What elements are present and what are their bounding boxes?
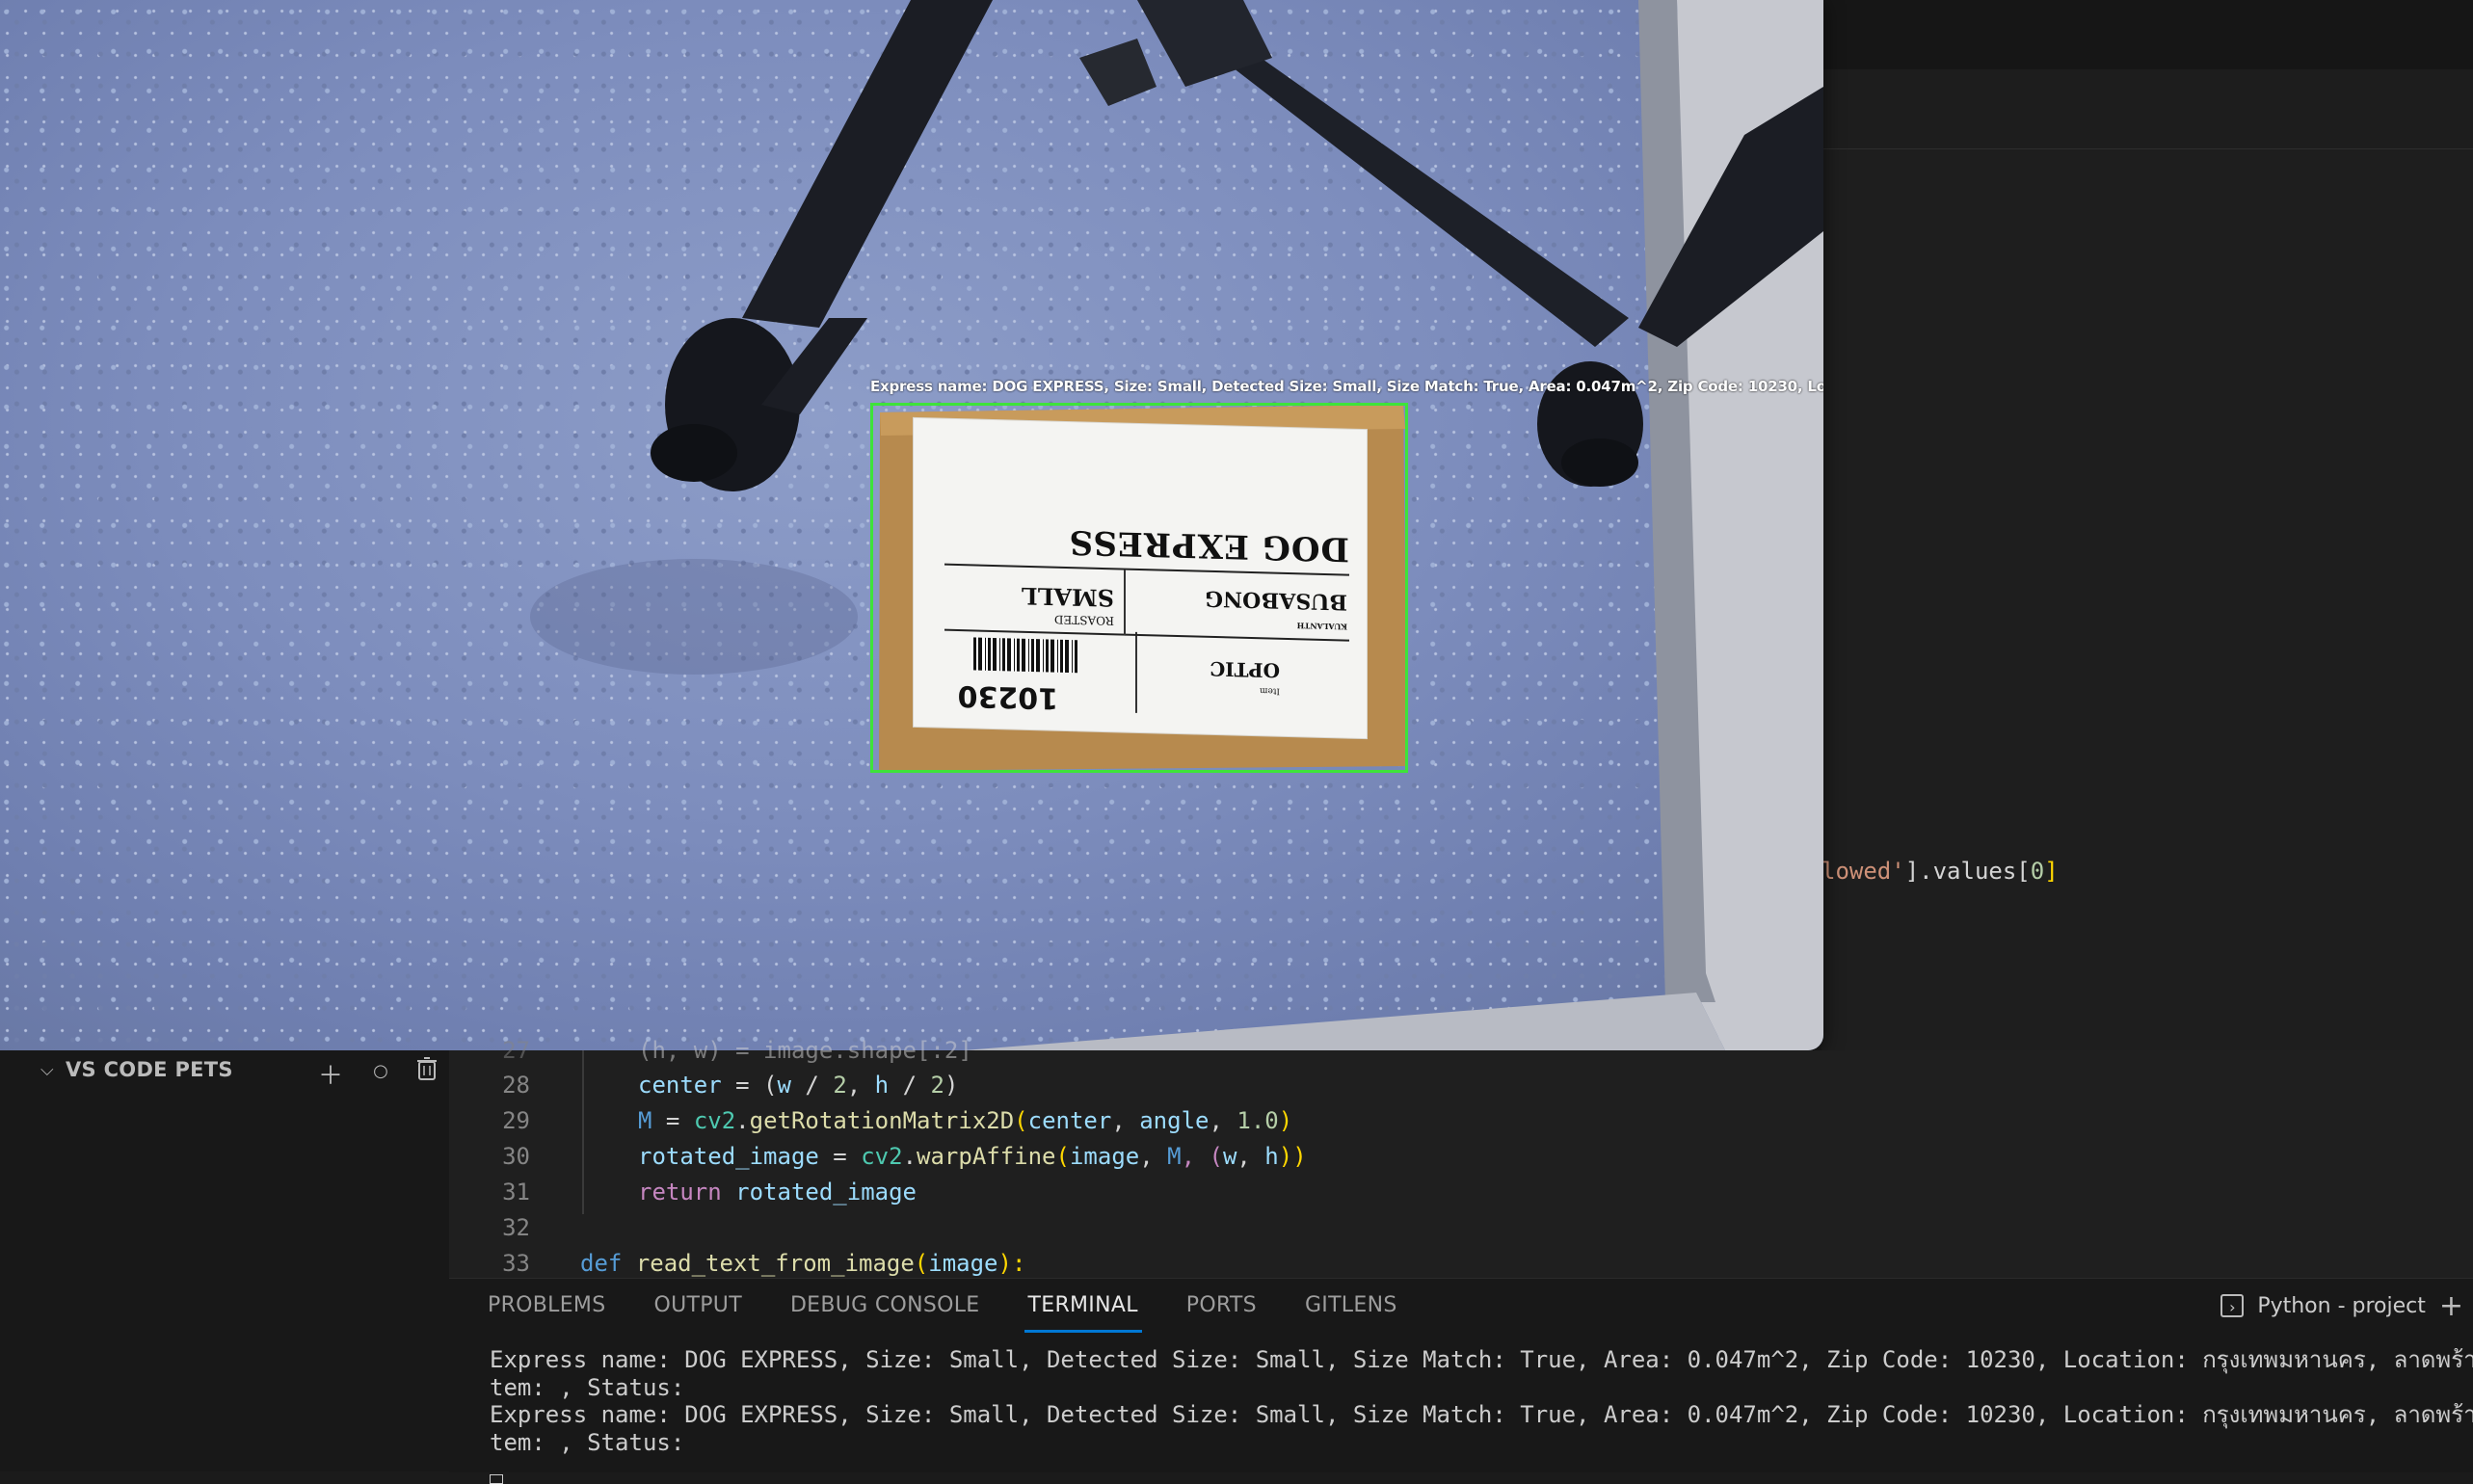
detection-label: Express name: DOG EXPRESS, Size: Small, … bbox=[870, 378, 1823, 395]
terminal-cursor bbox=[490, 1473, 503, 1484]
add-terminal-icon[interactable]: + bbox=[2439, 1289, 2463, 1323]
tripod-shadow bbox=[530, 559, 858, 675]
trash-icon[interactable] bbox=[416, 1056, 445, 1092]
code-fragment-accessor: ].values[ bbox=[1904, 858, 2031, 885]
tab-terminal[interactable]: TERMINAL bbox=[1024, 1279, 1143, 1333]
tab-ports[interactable]: PORTS bbox=[1186, 1279, 1257, 1333]
circle-icon[interactable]: ○ bbox=[366, 1056, 395, 1092]
terminal-icon: › bbox=[2220, 1294, 2245, 1317]
floor-edge bbox=[964, 993, 1725, 1050]
terminal-line: tem: , Status: bbox=[490, 1373, 685, 1401]
editor-background bbox=[1822, 0, 2473, 1050]
code-line: 30 rotated_image = cv2.warpAffine(image,… bbox=[502, 1143, 1307, 1170]
vscode-pets-panel: ⌵ VS CODE PETS ＋ ○ bbox=[29, 1050, 450, 1471]
code-line: 29 M = cv2.getRotationMatrix2D(center, a… bbox=[502, 1107, 1293, 1134]
code-fragment-string: lowed' bbox=[1822, 858, 1905, 885]
code-fragment-index: 0 bbox=[2030, 858, 2045, 885]
pets-section-title: VS CODE PETS bbox=[66, 1058, 233, 1081]
terminal-output[interactable]: Express name: DOG EXPRESS, Size: Small, … bbox=[490, 1346, 2473, 1484]
code-line: 27 (h, w) = image.shape[:2] bbox=[502, 1037, 972, 1064]
editor-tab-bar bbox=[1822, 0, 2473, 70]
chevron-down-icon[interactable]: ⌵ bbox=[40, 1060, 66, 1080]
terminal-name: Python - project bbox=[2257, 1293, 2426, 1318]
code-fragment-bracket: ] bbox=[2044, 858, 2059, 885]
activity-bar bbox=[0, 1050, 30, 1471]
code-line: 32 bbox=[502, 1214, 530, 1241]
terminal-selector[interactable]: › Python - project + bbox=[2220, 1279, 2463, 1333]
code-line: 28 center = (w / 2, h / 2) bbox=[502, 1072, 959, 1099]
bottom-panel: PROBLEMS OUTPUT DEBUG CONSOLE TERMINAL P… bbox=[449, 1278, 2473, 1484]
terminal-line: tem: , Status: bbox=[490, 1428, 685, 1456]
terminal-line: Express name: DOG EXPRESS, Size: Small, … bbox=[490, 1401, 2473, 1428]
code-line: 31 return rotated_image bbox=[502, 1179, 917, 1206]
camera-preview-window[interactable]: 10230 Item OPTIC KUALANTH BUSABONG ROAST… bbox=[0, 0, 1823, 1050]
panel-tabs: PROBLEMS OUTPUT DEBUG CONSOLE TERMINAL P… bbox=[488, 1279, 1397, 1333]
tab-problems[interactable]: PROBLEMS bbox=[488, 1279, 605, 1333]
pets-section-header[interactable]: ⌵ VS CODE PETS ＋ ○ bbox=[40, 1050, 445, 1092]
tab-output[interactable]: OUTPUT bbox=[653, 1279, 741, 1333]
editor-breadcrumb-bar bbox=[1822, 69, 2473, 149]
code-fragment: lowed'].values[0] bbox=[1822, 858, 2059, 885]
add-icon[interactable]: ＋ bbox=[316, 1056, 345, 1092]
terminal-line: Express name: DOG EXPRESS, Size: Small, … bbox=[490, 1346, 2473, 1373]
code-editor[interactable]: 27 (h, w) = image.shape[:2] 28 center = … bbox=[449, 1037, 2473, 1278]
detection-bounding-box bbox=[870, 403, 1408, 773]
tab-gitlens[interactable]: GITLENS bbox=[1305, 1279, 1397, 1333]
tab-debug-console[interactable]: DEBUG CONSOLE bbox=[790, 1279, 980, 1333]
